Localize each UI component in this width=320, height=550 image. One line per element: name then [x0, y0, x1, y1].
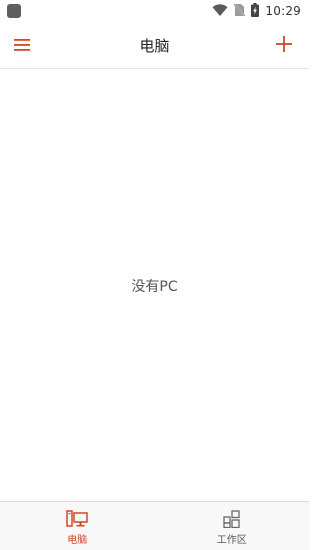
nav-item-pc[interactable]: 电脑: [0, 502, 155, 550]
pc-list-area: 没有PC: [0, 69, 309, 501]
bottom-nav: 电脑 工作区: [0, 501, 309, 550]
nav-label-workspace: 工作区: [216, 535, 247, 546]
workspace-grid-icon: [223, 510, 240, 528]
status-icons: 10:29: [212, 2, 301, 21]
wifi-icon: [212, 2, 228, 21]
status-bar: 10:29: [0, 0, 309, 22]
add-pc-button[interactable]: [272, 32, 296, 56]
app-bar: 电脑: [0, 22, 309, 69]
page-title: 电脑: [139, 37, 170, 55]
plus-icon: [276, 36, 292, 52]
no-sim-icon: [233, 2, 246, 21]
app-square-icon: [7, 4, 21, 18]
nav-label-pc: 电脑: [67, 535, 88, 546]
status-time: 10:29: [265, 4, 301, 18]
empty-state-message: 没有PC: [131, 279, 178, 295]
screen: 10:29 电脑 没有PC 电脑 工作区: [0, 0, 309, 550]
pc-icon: [66, 510, 88, 527]
nav-item-workspace[interactable]: 工作区: [155, 502, 310, 550]
battery-charging-icon: [251, 2, 260, 21]
